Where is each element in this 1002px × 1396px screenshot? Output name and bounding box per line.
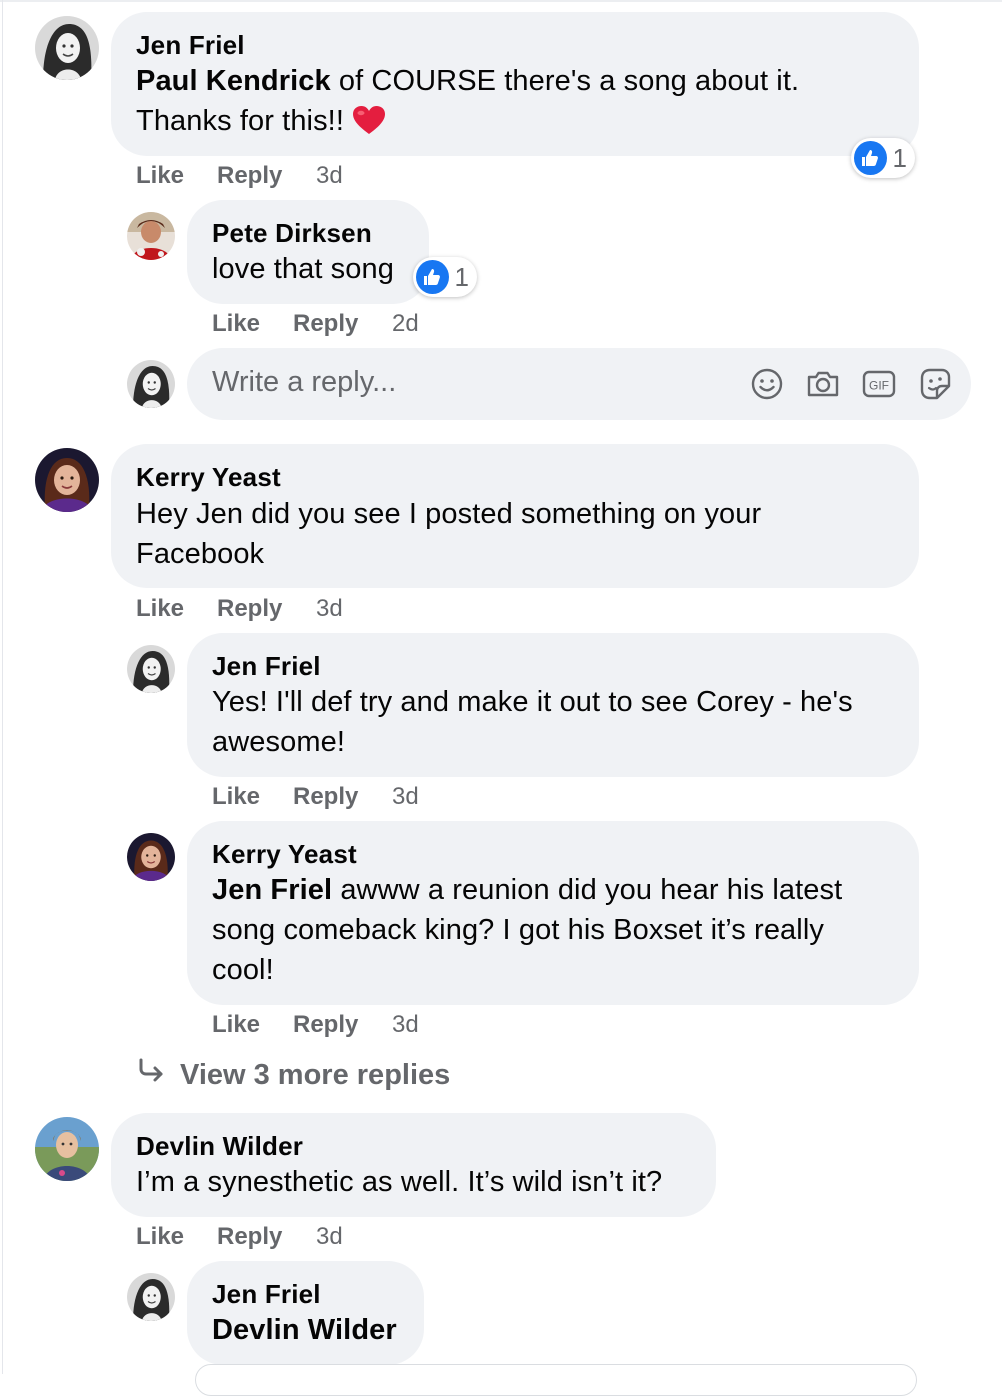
comment-text-line: awesome!: [212, 726, 345, 758]
comment-text: love that song: [212, 253, 394, 285]
mention-link[interactable]: Jen Friel: [212, 874, 332, 906]
thumbs-up-icon: [416, 260, 449, 294]
sticker-icon[interactable]: [917, 366, 953, 402]
reply-arrow-icon: [136, 1056, 166, 1094]
reply-button[interactable]: Reply: [217, 595, 282, 623]
comment-author[interactable]: Jen Friel: [136, 30, 245, 61]
like-button[interactable]: Like: [212, 783, 260, 811]
comment-actions: Like Reply 3d: [212, 1011, 512, 1041]
gif-icon[interactable]: GIF: [861, 366, 897, 402]
avatar-jen-friel[interactable]: [127, 1273, 175, 1321]
comment-text: Paul Kendrick of COURSE there's a song a…: [136, 65, 800, 97]
avatar-jen-friel[interactable]: [35, 16, 99, 80]
view-more-replies-link[interactable]: View 3 more replies: [136, 1056, 450, 1094]
comment-text-line: cool!: [212, 954, 274, 986]
comment-author[interactable]: Jen Friel: [212, 1279, 321, 1310]
view-more-label: View 3 more replies: [180, 1058, 451, 1091]
reaction-count-pill[interactable]: 1: [413, 257, 477, 297]
reaction-count: 1: [892, 142, 907, 173]
thumbs-up-icon: [854, 141, 887, 175]
reply-placeholder: Write a reply...: [212, 366, 397, 398]
comment-actions: Like Reply 3d: [136, 595, 436, 625]
avatar-devlin-wilder[interactable]: [35, 1117, 99, 1181]
comment-actions: Like Reply 3d: [136, 162, 436, 192]
comment-author[interactable]: Pete Dirksen: [212, 218, 372, 249]
reaction-count-pill[interactable]: 1: [851, 138, 915, 178]
next-comment-edge: [195, 1364, 917, 1396]
smiley-icon[interactable]: [749, 366, 785, 402]
comment-text: I’m a synesthetic as well. It’s wild isn…: [136, 1166, 663, 1198]
mention-link[interactable]: Devlin Wilder: [212, 1314, 397, 1346]
comment-text: Hey Jen did you see I posted something o…: [136, 498, 762, 530]
like-button[interactable]: Like: [212, 1011, 260, 1039]
left-border: [2, 0, 3, 1374]
red-heart-icon: [352, 105, 386, 135]
comment-timestamp[interactable]: 3d: [316, 162, 343, 190]
avatar-current-user: [127, 360, 175, 408]
comment-text: Yes! I'll def try and make it out to see…: [212, 686, 853, 718]
comment-text-line: Thanks for this!!: [136, 101, 386, 141]
camera-icon[interactable]: [805, 366, 841, 402]
avatar-pete-dirksen[interactable]: [127, 212, 175, 260]
mention-link[interactable]: Paul Kendrick: [136, 65, 331, 97]
comment-actions: Like Reply 3d: [136, 1223, 436, 1253]
comment-text: Jen Friel awww a reunion did you hear hi…: [212, 874, 843, 906]
comment-timestamp[interactable]: 3d: [316, 1223, 343, 1251]
avatar-kerry-yeast[interactable]: [35, 448, 99, 512]
comment-actions: Like Reply 2d: [212, 310, 512, 340]
reply-button[interactable]: Reply: [217, 162, 282, 190]
comment-timestamp[interactable]: 3d: [316, 595, 343, 623]
write-reply-input[interactable]: Write a reply... GIF: [187, 348, 971, 420]
comment-timestamp[interactable]: 2d: [392, 310, 419, 338]
comment-author[interactable]: Kerry Yeast: [136, 462, 281, 493]
reply-button[interactable]: Reply: [217, 1223, 282, 1251]
comment-text-line: song comeback king? I got his Boxset it’…: [212, 914, 824, 946]
reply-button[interactable]: Reply: [293, 783, 358, 811]
comment-author[interactable]: Jen Friel: [212, 651, 321, 682]
comment-author[interactable]: Devlin Wilder: [136, 1131, 303, 1162]
comment-text: Devlin Wilder: [212, 1310, 397, 1350]
like-button[interactable]: Like: [212, 310, 260, 338]
svg-text:GIF: GIF: [869, 379, 889, 393]
comment-actions: Like Reply 3d: [212, 783, 512, 813]
avatar-jen-friel[interactable]: [127, 645, 175, 693]
avatar-kerry-yeast[interactable]: [127, 833, 175, 881]
comment-timestamp[interactable]: 3d: [392, 1011, 419, 1039]
comment-text-line: Facebook: [136, 538, 265, 570]
comment-timestamp[interactable]: 3d: [392, 783, 419, 811]
reply-button[interactable]: Reply: [293, 310, 358, 338]
like-button[interactable]: Like: [136, 162, 184, 190]
reaction-count: 1: [454, 261, 469, 292]
comment-author[interactable]: Kerry Yeast: [212, 839, 357, 870]
like-button[interactable]: Like: [136, 595, 184, 623]
reply-button[interactable]: Reply: [293, 1011, 358, 1039]
like-button[interactable]: Like: [136, 1223, 184, 1251]
top-border: [0, 0, 1002, 2]
